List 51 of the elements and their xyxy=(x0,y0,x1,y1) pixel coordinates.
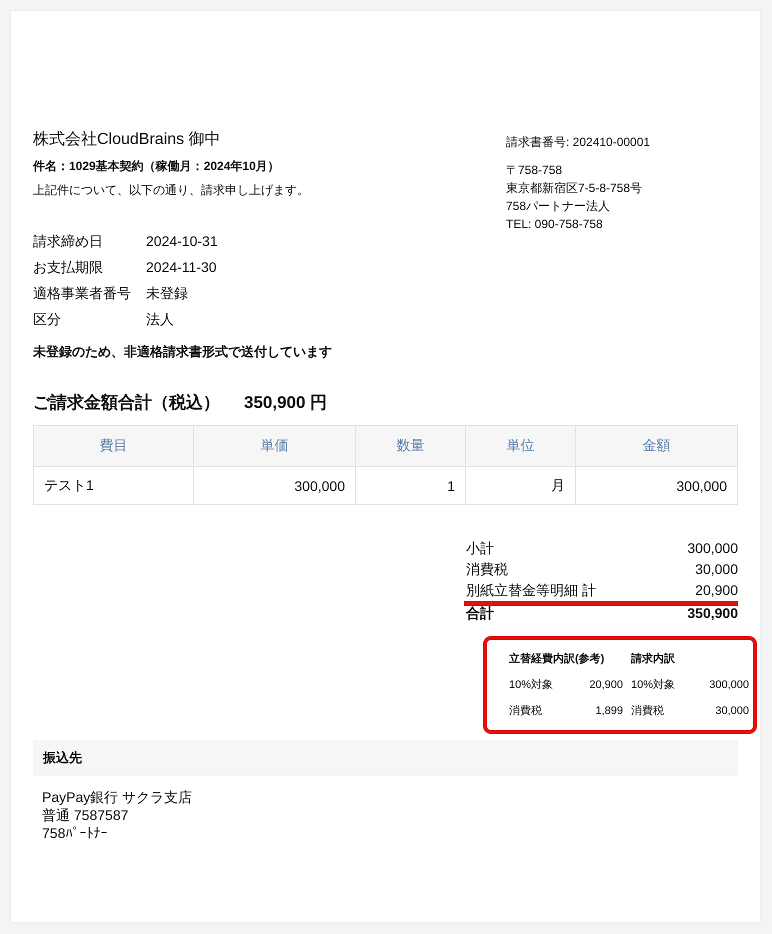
table-cell: 月 xyxy=(466,466,576,504)
detail-value: 法人 xyxy=(146,311,175,329)
bank-line: 758ﾊﾟｰﾄﾅｰ xyxy=(42,824,108,842)
breakdown-cell-text: 10%対象 xyxy=(631,678,676,693)
recipient: 株式会社CloudBrains 御中 xyxy=(33,130,222,150)
detail-label: 区分 xyxy=(33,311,62,329)
detail-value: 2024-11-30 xyxy=(146,259,218,277)
detail-value: 2024-10-31 xyxy=(146,233,219,251)
sender-line: TEL: 090-758-758 xyxy=(506,216,604,233)
bank-line: 普通 7587587 xyxy=(42,806,130,824)
summary-value: 300,000 xyxy=(687,539,738,558)
invoice-number: 請求書番号: 202410-00001 xyxy=(506,134,652,151)
summary-value: 20,900 xyxy=(695,581,738,600)
table-cell: テスト1 xyxy=(34,466,194,504)
summary-label: 小計 xyxy=(466,539,494,558)
breakdown-header: 立替経費内訳(参考) xyxy=(509,652,606,667)
summary-label: 別紙立替金等明細 計 xyxy=(466,581,596,600)
bank-line: PayPay銀行 サクラ支店 xyxy=(42,788,194,806)
total-amount: 350,900 円 xyxy=(244,392,328,414)
breakdown-cell-text: 20,900 xyxy=(588,678,623,693)
summary-label: 合計 xyxy=(466,604,494,623)
sender-line: 〒758-758 xyxy=(506,162,564,179)
detail-label: お支払期限 xyxy=(33,259,104,277)
intro-text: 上記件について、以下の通り、請求申し上げます。 xyxy=(33,182,310,199)
detail-label: 適格事業者番号 xyxy=(33,285,132,303)
breakdown-cell-text: 1,899 xyxy=(594,704,623,719)
sender-line: 東京都新宿区7-5-8-758号 xyxy=(506,180,644,197)
summary-label: 消費税 xyxy=(466,560,508,579)
breakdown-header: 請求内訳 xyxy=(631,652,676,667)
breakdown-cell-text: 300,000 xyxy=(708,678,749,693)
column-header: 金額 xyxy=(576,426,738,466)
breakdown-cell-text: 消費税 xyxy=(509,704,543,719)
subject: 件名：1029基本契約（稼働月：2024年10月） xyxy=(33,158,281,175)
column-header: 費目 xyxy=(34,426,194,466)
column-header: 単価 xyxy=(194,426,356,466)
table-cell: 300,000 xyxy=(576,466,738,504)
detail-value: 未登録 xyxy=(146,285,189,303)
sender-line: 758パートナー法人 xyxy=(506,198,612,215)
column-header: 単位 xyxy=(466,426,576,466)
total-label: ご請求金額合計（税込） xyxy=(33,392,220,414)
bank-header: 振込先 xyxy=(33,740,738,776)
breakdown-cell-text: 消費税 xyxy=(631,704,665,719)
breakdown-cell-text: 30,000 xyxy=(714,704,749,719)
detail-label: 請求締め日 xyxy=(33,233,104,251)
table-cell: 300,000 xyxy=(194,466,356,504)
breakdown-cell-text: 10%対象 xyxy=(509,678,554,693)
table-cell: 1 xyxy=(356,466,466,504)
column-header: 数量 xyxy=(356,426,466,466)
summary-value: 350,900 xyxy=(687,604,738,623)
summary-value: 30,000 xyxy=(695,560,738,579)
notice: 未登録のため、非適格請求書形式で送付しています xyxy=(33,343,332,361)
